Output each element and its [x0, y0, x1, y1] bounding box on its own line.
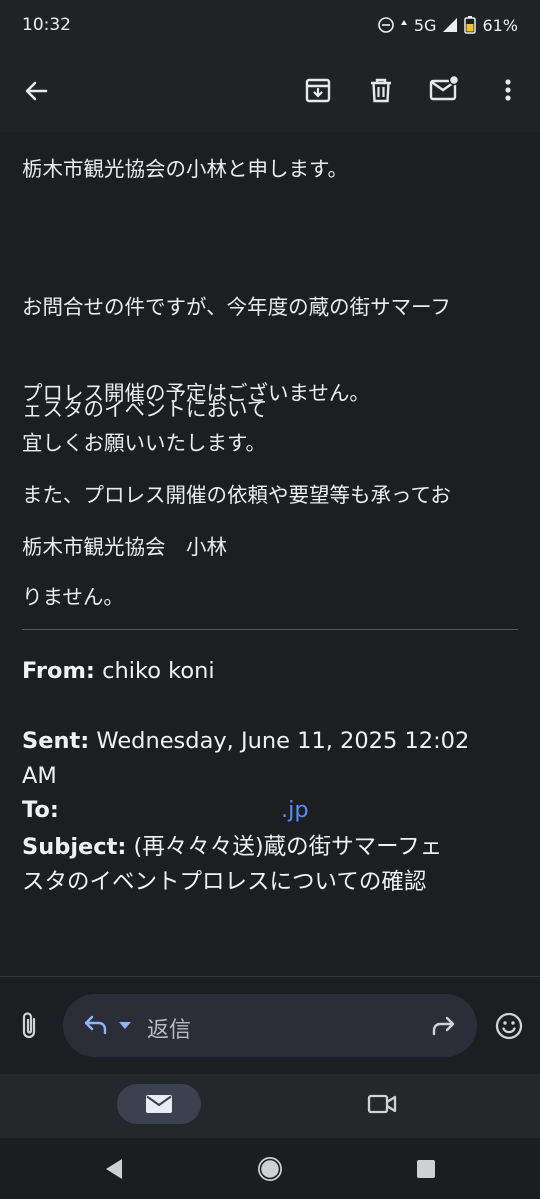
archive-icon[interactable] [302, 74, 334, 106]
dnd-icon [378, 17, 394, 33]
email-toolbar [0, 50, 540, 132]
email-paragraph-2-line-3: りません。 [22, 585, 124, 609]
system-navigation [0, 1138, 540, 1199]
home-circle-icon[interactable] [255, 1154, 285, 1184]
email-paragraph-2-line-1: プロレス開催の予定はございません。 [22, 381, 370, 405]
quoted-subject: Subject: (再々々々送)蔵の街サマーフェ スタのイベントプロレスについて… [22, 830, 518, 900]
network-type: 5G [413, 15, 437, 35]
mail-icon [146, 1095, 172, 1113]
sent-value-line-2: AM [22, 763, 57, 789]
mark-unread-icon[interactable] [428, 74, 460, 106]
forward-icon[interactable] [429, 1014, 457, 1038]
battery-percent: 61% [482, 15, 518, 35]
battery-icon [464, 16, 477, 34]
subject-line-1: (再々々々送)蔵の街サマーフェ [126, 834, 443, 860]
email-content: 栃木市観光協会の小林と申します。 お問合せの件ですが、今年度の蔵の街サマーフ ェ… [0, 132, 540, 1074]
quoted-to: To: .jp [22, 793, 518, 828]
emoji-icon[interactable] [494, 1011, 524, 1041]
email-paragraph-2: プロレス開催の予定はございません。 また、プロレス開催の依頼や要望等も承ってお … [22, 308, 518, 682]
subject-line-2: スタのイベントプロレスについての確認 [22, 869, 427, 895]
to-label: To: [22, 797, 59, 823]
reply-bar: 返信 [0, 977, 540, 1074]
reply-input[interactable]: 返信 [63, 994, 477, 1057]
paperclip-icon[interactable] [16, 1011, 44, 1041]
sent-label: Sent: [22, 728, 90, 754]
email-paragraph-2-line-2: また、プロレス開催の依頼や要望等も承ってお [22, 483, 451, 507]
sent-value-line-1: Wednesday, June 11, 2025 12:02 [89, 728, 470, 754]
data-arrow-icon [400, 20, 407, 25]
signal-icon [443, 18, 458, 32]
from-label: From: [22, 658, 95, 684]
quoted-from: From: chiko koni [22, 654, 518, 689]
trash-icon[interactable] [365, 74, 397, 106]
quoted-sent: Sent: Wednesday, June 11, 2025 12:02 AM [22, 724, 518, 794]
to-email-link[interactable]: .jp [281, 793, 309, 828]
arrow-left-icon[interactable] [20, 75, 52, 107]
back-triangle-icon[interactable] [102, 1157, 126, 1181]
email-greeting: 栃木市観光協会の小林と申します。 [22, 157, 348, 181]
subject-label: Subject: [22, 834, 127, 860]
status-indicators: 5G 61% [378, 16, 518, 35]
video-icon[interactable] [367, 1093, 397, 1115]
from-value: chiko koni [94, 658, 215, 684]
tab-mail[interactable] [117, 1084, 201, 1124]
bottom-navigation [0, 1074, 540, 1138]
more-vertical-icon[interactable] [492, 74, 524, 106]
status-bar: 10:32 5G 61% [0, 0, 540, 50]
chevron-down-icon[interactable] [118, 1021, 132, 1030]
quote-divider [22, 629, 518, 630]
email-signature: 栃木市観光協会 小林 [22, 535, 227, 559]
reply-placeholder: 返信 [147, 1018, 192, 1043]
email-closing: 宜しくお願いいたします。 [22, 431, 266, 455]
reply-icon[interactable] [83, 1013, 109, 1037]
status-time: 10:32 [22, 15, 71, 35]
recents-square-icon[interactable] [415, 1158, 437, 1180]
